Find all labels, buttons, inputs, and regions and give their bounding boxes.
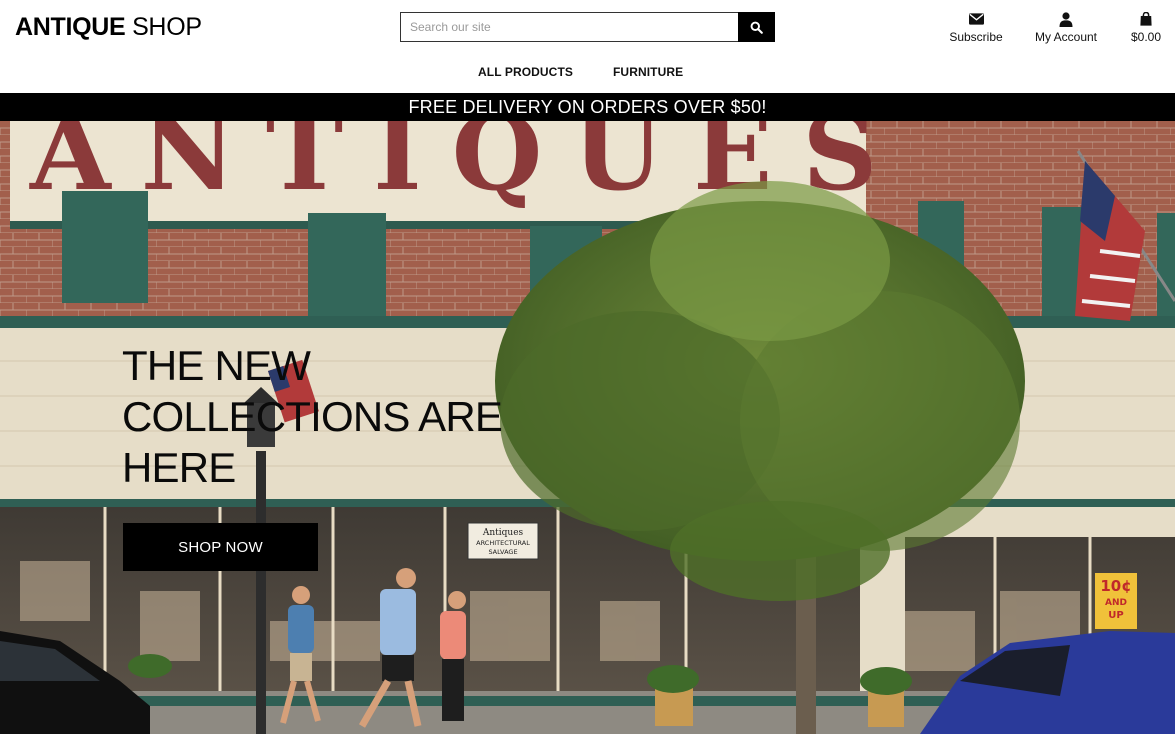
dime-sign-line2: AND	[1105, 598, 1127, 608]
hero-section: ANTIQUES Antiques ARCHITECTURAL SALVAGE …	[0, 121, 1175, 734]
hero-title-line: COLLECTIONS ARE	[122, 393, 503, 440]
shop-now-button[interactable]: SHOP NOW	[123, 523, 318, 571]
delivery-banner: FREE DELIVERY ON ORDERS OVER $50!	[0, 93, 1175, 121]
cart-total: $0.00	[1130, 30, 1162, 44]
search-button[interactable]	[738, 12, 775, 42]
dime-sign-line1: 10¢	[1100, 577, 1131, 595]
hero-title-line: HERE	[122, 444, 236, 491]
subscribe-link[interactable]: Subscribe	[949, 10, 1003, 44]
search-icon	[750, 21, 763, 34]
search-input[interactable]	[400, 12, 738, 42]
window-sign-line2: ARCHITECTURAL	[476, 539, 530, 547]
search-form	[400, 12, 775, 42]
cart-link[interactable]: $0.00	[1130, 10, 1162, 44]
my-account-link[interactable]: My Account	[1034, 10, 1098, 44]
shop-now-label: SHOP NOW	[178, 538, 263, 556]
logo-light-word: SHOP	[132, 13, 202, 41]
hero-title: THE NEW COLLECTIONS ARE HERE	[122, 340, 542, 493]
site-header: ANTIQUE SHOP Subscribe	[0, 0, 1175, 93]
hero-title-line: THE NEW	[122, 342, 311, 389]
shopping-bag-icon	[1140, 12, 1152, 26]
dime-sign-line3: UP	[1108, 610, 1123, 621]
main-nav: ALL PRODUCTS FURNITURE	[0, 65, 1175, 81]
my-account-label: My Account	[1034, 30, 1098, 44]
logo-bold-word: ANTIQUE	[15, 13, 126, 41]
subscribe-label: Subscribe	[949, 30, 1003, 44]
window-sign-line3: SALVAGE	[488, 548, 517, 556]
delivery-banner-text: FREE DELIVERY ON ORDERS OVER $50!	[408, 96, 767, 117]
nav-all-products[interactable]: ALL PRODUCTS	[478, 65, 573, 79]
site-logo[interactable]: ANTIQUE SHOP	[15, 13, 202, 42]
nav-furniture[interactable]: FURNITURE	[613, 65, 683, 79]
envelope-icon	[968, 13, 984, 25]
window-sign-line1: Antiques	[482, 528, 524, 538]
user-icon	[1059, 11, 1073, 27]
